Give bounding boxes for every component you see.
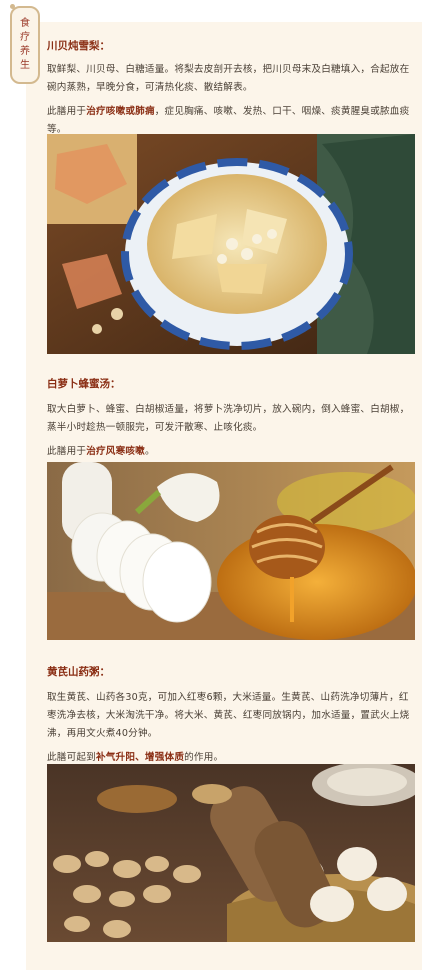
recipe-text: 取鲜梨、川贝母、白糖适量。将梨去皮剖开去核，把川贝母末及白糖填入，合起放在碗内蒸… xyxy=(47,64,410,93)
tag-dot-decoration xyxy=(10,4,15,9)
recipe-title: 白萝卜蜂蜜汤： xyxy=(47,378,121,390)
recipe-section-1: 川贝炖雪梨： 取鲜梨、川贝母、白糖适量。将梨去皮剖开去核，把川贝母末及白糖填入，… xyxy=(47,38,417,139)
recipe-text: 取生黄芪、山药各30克，可加入红枣6颗，大米适量。生黄芪、山药洗净切薄片，红枣洗… xyxy=(47,692,410,739)
pear-soup-photo xyxy=(47,134,415,354)
tag-char: 生 xyxy=(20,60,30,71)
astragalus-yam-photo xyxy=(47,764,415,942)
usage-highlight: 治疗咳嗽或肺痈 xyxy=(86,106,155,117)
usage-highlight: 治疗风寒咳嗽 xyxy=(86,446,145,457)
recipe-title: 黄芪山药粥： xyxy=(47,666,110,678)
recipe-text: 取大白萝卜、蜂蜜、白胡椒适量，将萝卜洗净切片，放入碗内，倒入蜂蜜、白胡椒，蒸半小… xyxy=(47,404,410,433)
radish-honey-photo xyxy=(47,462,415,640)
recipe-usage: 此膳用于治疗风寒咳嗽。 xyxy=(47,446,155,457)
tag-char: 养 xyxy=(20,46,30,57)
tag-char: 食 xyxy=(20,18,30,29)
usage-highlight: 补气升阳、增强体质 xyxy=(95,752,185,763)
tag-char: 疗 xyxy=(20,32,30,43)
recipe-section-3: 黄芪山药粥： 取生黄芪、山药各30克，可加入红枣6颗，大米适量。生黄芪、山药洗净… xyxy=(47,664,417,767)
recipe-section-2: 白萝卜蜂蜜汤： 取大白萝卜、蜂蜜、白胡椒适量，将萝卜洗净切片，放入碗内，倒入蜂蜜… xyxy=(47,376,417,461)
section-tag: 食 疗 养 生 xyxy=(10,6,40,84)
recipe-title: 川贝炖雪梨： xyxy=(47,40,110,52)
